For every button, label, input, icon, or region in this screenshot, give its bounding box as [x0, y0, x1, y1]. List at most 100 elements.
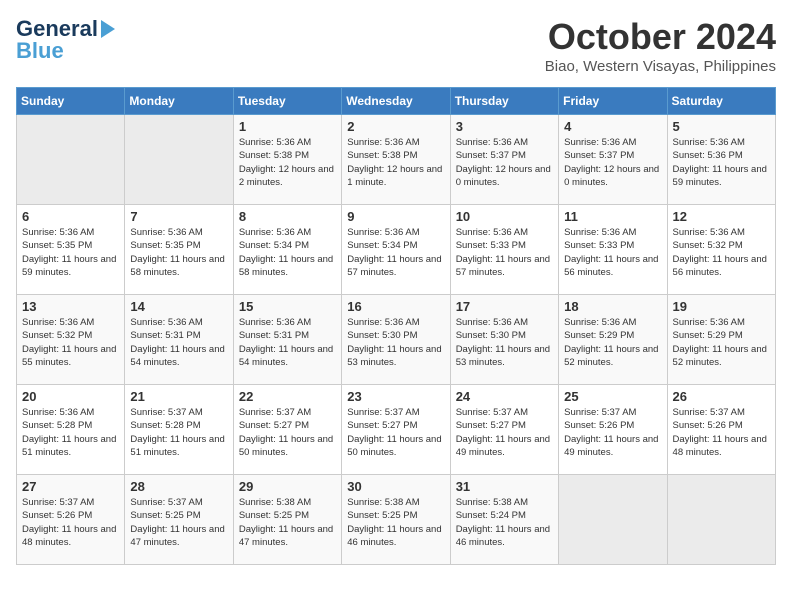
weekday-header: Tuesday	[233, 88, 341, 115]
location-subtitle: Biao, Western Visayas, Philippines	[545, 58, 776, 75]
day-info: Sunrise: 5:36 AMSunset: 5:32 PMDaylight:…	[673, 226, 770, 279]
calendar-day-cell: 29 Sunrise: 5:38 AMSunset: 5:25 PMDayligh…	[233, 475, 341, 565]
calendar-day-cell: 30Sunrise: 5:38 AMSunset: 5:25 PMDayligh…	[342, 475, 450, 565]
day-info: Sunrise: 5:36 AMSunset: 5:35 PMDaylight:…	[22, 226, 119, 279]
calendar-day-cell: 3Sunrise: 5:36 AMSunset: 5:37 PMDaylight…	[450, 115, 558, 205]
calendar-day-cell: 19 Sunrise: 5:36 AMSunset: 5:29 PMDayligh…	[667, 295, 775, 385]
day-number: 12	[673, 209, 770, 224]
page-header: General Blue October 2024 Biao, Western …	[16, 16, 776, 75]
calendar-day-cell: 15 Sunrise: 5:36 AMSunset: 5:31 PMDayligh…	[233, 295, 341, 385]
day-info: Sunrise: 5:36 AMSunset: 5:34 PMDaylight:…	[347, 226, 444, 279]
day-info: Sunrise: 5:36 AMSunset: 5:34 PMDaylight:…	[239, 226, 336, 279]
day-number: 1	[239, 119, 336, 134]
calendar-day-cell: 9 Sunrise: 5:36 AMSunset: 5:34 PMDaylight…	[342, 205, 450, 295]
calendar-day-cell: 8Sunrise: 5:36 AMSunset: 5:34 PMDaylight…	[233, 205, 341, 295]
day-info: Sunrise: 5:36 AMSunset: 5:32 PMDaylight:…	[22, 316, 119, 369]
day-number: 20	[22, 389, 119, 404]
day-info: Sunrise: 5:36 AMSunset: 5:37 PMDaylight:…	[564, 136, 661, 189]
logo-blue: Blue	[16, 38, 64, 64]
day-info: Sunrise: 5:36 AMSunset: 5:38 PMDaylight:…	[347, 136, 444, 189]
calendar-week-row: 6 Sunrise: 5:36 AMSunset: 5:35 PMDaylight…	[17, 205, 776, 295]
day-info: Sunrise: 5:36 AMSunset: 5:29 PMDaylight:…	[564, 316, 661, 369]
day-number: 18	[564, 299, 661, 314]
calendar-day-cell: 23Sunrise: 5:37 AMSunset: 5:27 PMDayligh…	[342, 385, 450, 475]
day-number: 7	[130, 209, 227, 224]
day-info: Sunrise: 5:36 AMSunset: 5:33 PMDaylight:…	[456, 226, 553, 279]
calendar-day-cell: 11 Sunrise: 5:36 AMSunset: 5:33 PMDayligh…	[559, 205, 667, 295]
day-info: Sunrise: 5:36 AMSunset: 5:36 PMDaylight:…	[673, 136, 770, 189]
day-info: Sunrise: 5:37 AMSunset: 5:27 PMDaylight:…	[239, 406, 336, 459]
calendar-day-cell: 28Sunrise: 5:37 AMSunset: 5:25 PMDayligh…	[125, 475, 233, 565]
day-number: 4	[564, 119, 661, 134]
calendar-day-cell: 5Sunrise: 5:36 AMSunset: 5:36 PMDaylight…	[667, 115, 775, 205]
day-info: Sunrise: 5:37 AMSunset: 5:26 PMDaylight:…	[564, 406, 661, 459]
day-number: 22	[239, 389, 336, 404]
day-info: Sunrise: 5:38 AMSunset: 5:25 PMDaylight:…	[239, 496, 336, 549]
day-number: 29	[239, 479, 336, 494]
day-info: Sunrise: 5:36 AMSunset: 5:38 PMDaylight:…	[239, 136, 336, 189]
month-title: October 2024	[545, 16, 776, 58]
calendar-table: SundayMondayTuesdayWednesdayThursdayFrid…	[16, 87, 776, 565]
calendar-day-cell: 18 Sunrise: 5:36 AMSunset: 5:29 PMDayligh…	[559, 295, 667, 385]
day-number: 19	[673, 299, 770, 314]
day-info: Sunrise: 5:36 AMSunset: 5:28 PMDaylight:…	[22, 406, 119, 459]
calendar-day-cell: 24 Sunrise: 5:37 AMSunset: 5:27 PMDayligh…	[450, 385, 558, 475]
calendar-day-cell: 22 Sunrise: 5:37 AMSunset: 5:27 PMDayligh…	[233, 385, 341, 475]
calendar-day-cell: 12 Sunrise: 5:36 AMSunset: 5:32 PMDayligh…	[667, 205, 775, 295]
weekday-header: Monday	[125, 88, 233, 115]
day-number: 25	[564, 389, 661, 404]
day-number: 28	[130, 479, 227, 494]
calendar-day-cell	[559, 475, 667, 565]
calendar-day-cell: 27 Sunrise: 5:37 AMSunset: 5:26 PMDayligh…	[17, 475, 125, 565]
weekday-header: Thursday	[450, 88, 558, 115]
day-number: 24	[456, 389, 553, 404]
day-number: 14	[130, 299, 227, 314]
calendar-day-cell: 6 Sunrise: 5:36 AMSunset: 5:35 PMDaylight…	[17, 205, 125, 295]
calendar-day-cell: 21 Sunrise: 5:37 AMSunset: 5:28 PMDayligh…	[125, 385, 233, 475]
calendar-day-cell: 16Sunrise: 5:36 AMSunset: 5:30 PMDayligh…	[342, 295, 450, 385]
calendar-day-cell: 25 Sunrise: 5:37 AMSunset: 5:26 PMDayligh…	[559, 385, 667, 475]
day-info: Sunrise: 5:36 AMSunset: 5:30 PMDaylight:…	[347, 316, 444, 369]
calendar-day-cell: 10Sunrise: 5:36 AMSunset: 5:33 PMDayligh…	[450, 205, 558, 295]
day-info: Sunrise: 5:36 AMSunset: 5:31 PMDaylight:…	[130, 316, 227, 369]
calendar-day-cell: 7 Sunrise: 5:36 AMSunset: 5:35 PMDaylight…	[125, 205, 233, 295]
day-info: Sunrise: 5:38 AMSunset: 5:24 PMDaylight:…	[456, 496, 553, 549]
day-number: 6	[22, 209, 119, 224]
calendar-day-cell: 14 Sunrise: 5:36 AMSunset: 5:31 PMDayligh…	[125, 295, 233, 385]
day-info: Sunrise: 5:37 AMSunset: 5:26 PMDaylight:…	[22, 496, 119, 549]
calendar-day-cell: 13 Sunrise: 5:36 AMSunset: 5:32 PMDayligh…	[17, 295, 125, 385]
weekday-header: Wednesday	[342, 88, 450, 115]
calendar-day-cell: 31 Sunrise: 5:38 AMSunset: 5:24 PMDayligh…	[450, 475, 558, 565]
calendar-day-cell	[125, 115, 233, 205]
title-section: October 2024 Biao, Western Visayas, Phil…	[545, 16, 776, 75]
day-number: 31	[456, 479, 553, 494]
day-info: Sunrise: 5:36 AMSunset: 5:35 PMDaylight:…	[130, 226, 227, 279]
day-number: 9	[347, 209, 444, 224]
day-info: Sunrise: 5:36 AMSunset: 5:31 PMDaylight:…	[239, 316, 336, 369]
day-info: Sunrise: 5:36 AMSunset: 5:30 PMDaylight:…	[456, 316, 553, 369]
day-number: 2	[347, 119, 444, 134]
day-info: Sunrise: 5:36 AMSunset: 5:33 PMDaylight:…	[564, 226, 661, 279]
day-number: 15	[239, 299, 336, 314]
calendar-day-cell: 2 Sunrise: 5:36 AMSunset: 5:38 PMDaylight…	[342, 115, 450, 205]
day-info: Sunrise: 5:37 AMSunset: 5:27 PMDaylight:…	[456, 406, 553, 459]
day-number: 13	[22, 299, 119, 314]
weekday-header: Saturday	[667, 88, 775, 115]
calendar-week-row: 13 Sunrise: 5:36 AMSunset: 5:32 PMDayligh…	[17, 295, 776, 385]
weekday-header: Friday	[559, 88, 667, 115]
day-info: Sunrise: 5:37 AMSunset: 5:28 PMDaylight:…	[130, 406, 227, 459]
calendar-week-row: 1 Sunrise: 5:36 AMSunset: 5:38 PMDaylight…	[17, 115, 776, 205]
calendar-day-cell: 1 Sunrise: 5:36 AMSunset: 5:38 PMDaylight…	[233, 115, 341, 205]
day-number: 27	[22, 479, 119, 494]
day-number: 11	[564, 209, 661, 224]
calendar-day-cell: 26Sunrise: 5:37 AMSunset: 5:26 PMDayligh…	[667, 385, 775, 475]
day-number: 21	[130, 389, 227, 404]
calendar-week-row: 27 Sunrise: 5:37 AMSunset: 5:26 PMDayligh…	[17, 475, 776, 565]
calendar-day-cell: 20 Sunrise: 5:36 AMSunset: 5:28 PMDayligh…	[17, 385, 125, 475]
weekday-header: Sunday	[17, 88, 125, 115]
day-info: Sunrise: 5:36 AMSunset: 5:29 PMDaylight:…	[673, 316, 770, 369]
logo: General Blue	[16, 16, 116, 64]
day-number: 23	[347, 389, 444, 404]
calendar-day-cell	[17, 115, 125, 205]
day-info: Sunrise: 5:38 AMSunset: 5:25 PMDaylight:…	[347, 496, 444, 549]
